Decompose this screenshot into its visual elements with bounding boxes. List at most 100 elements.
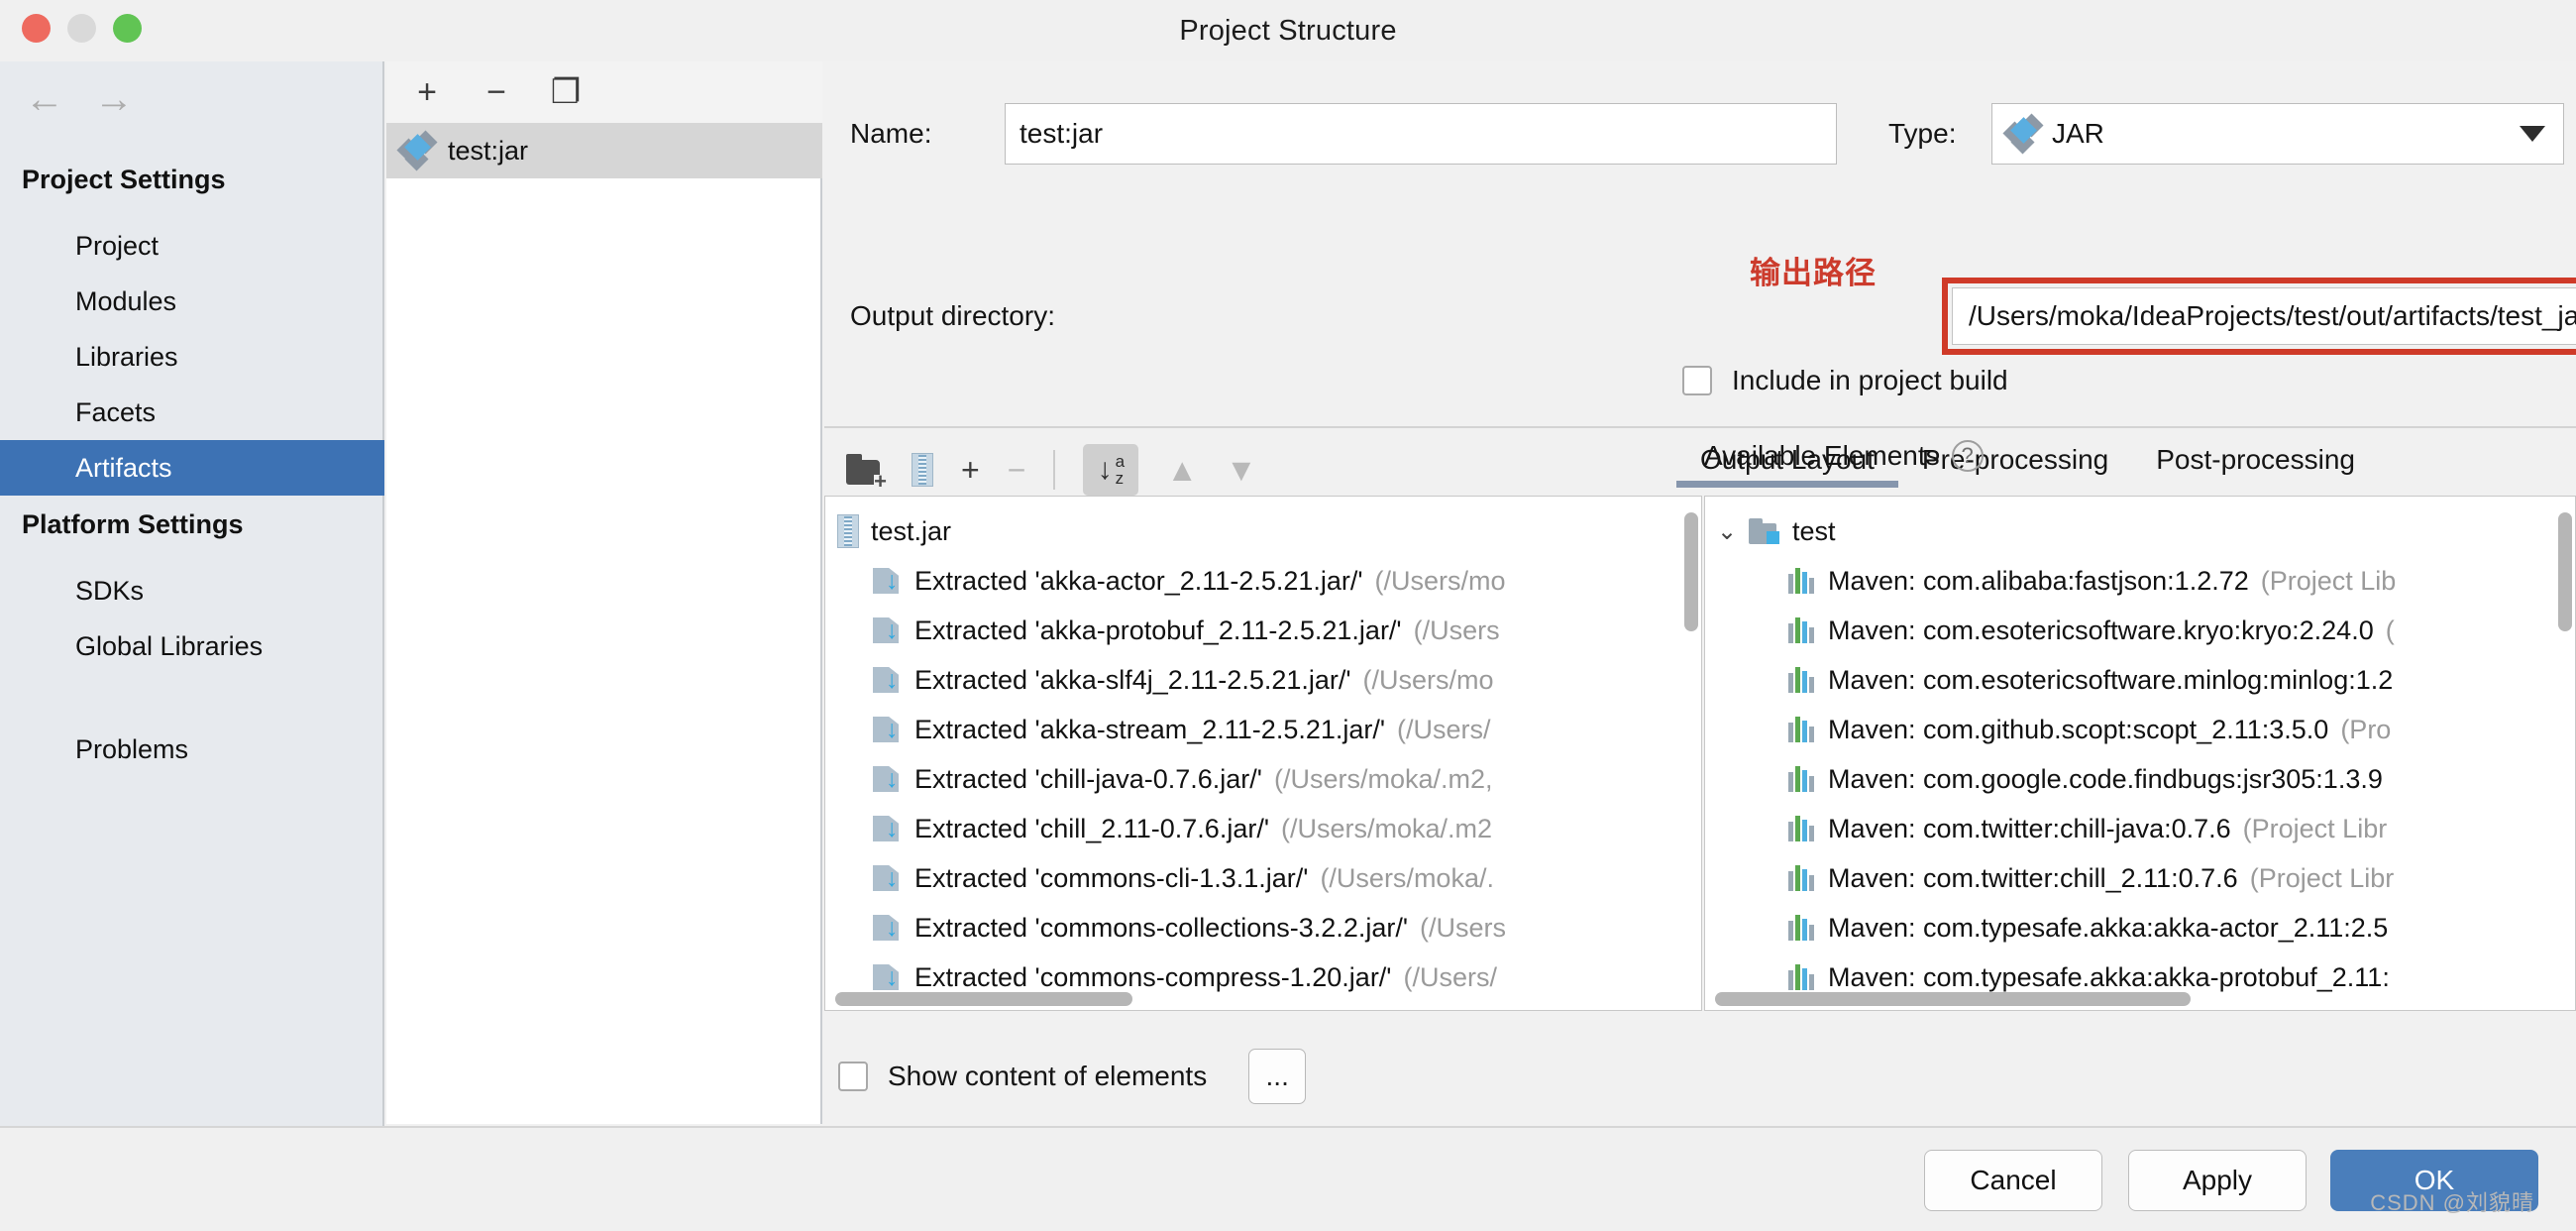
tree-row[interactable]: ↓ Extracted 'chill-java-0.7.6.jar/' (/Us…	[825, 754, 1701, 804]
output-directory-label: Output directory:	[850, 300, 1055, 331]
remove-element-icon[interactable]: −	[1008, 454, 1026, 486]
available-elements-header: Available Elements ?	[1704, 440, 1984, 472]
maven-library-icon	[1788, 915, 1816, 941]
tree-row-suffix: (Project Libr	[2249, 862, 2395, 893]
artifact-list-item-test-jar[interactable]: test:jar	[386, 123, 822, 178]
add-archive-icon[interactable]	[912, 453, 933, 487]
tree-row[interactable]: Maven: com.github.scopt:scopt_2.11:3.5.0…	[1705, 705, 2575, 754]
sidebar-item-libraries[interactable]: Libraries	[0, 329, 384, 385]
sidebar-item-global-libraries[interactable]: Global Libraries	[0, 618, 384, 674]
tree-row-label: Maven: com.google.code.findbugs:jsr305:1…	[1828, 763, 2383, 794]
tree-row[interactable]: Maven: com.esotericsoftware.minlog:minlo…	[1705, 655, 2575, 705]
tree-row-label: Extracted 'chill-java-0.7.6.jar/'	[914, 763, 1262, 794]
tree-row-suffix: (Project Libr	[2242, 813, 2388, 843]
sidebar-item-modules[interactable]: Modules	[0, 274, 384, 329]
close-button[interactable]	[22, 14, 51, 43]
tree-row-label: Extracted 'akka-slf4j_2.11-2.5.21.jar/'	[914, 664, 1351, 695]
include-in-project-build-row[interactable]: Include in project build	[1682, 365, 2008, 396]
type-label: Type:	[1888, 118, 1957, 149]
tree-row[interactable]: Maven: com.google.code.findbugs:jsr305:1…	[1705, 754, 2575, 804]
tree-row-path: (/Users/mo	[1362, 664, 1494, 695]
show-content-checkbox[interactable]	[838, 1062, 868, 1091]
tree-row-path: (/Users/moka/.m2,	[1273, 763, 1493, 794]
sidebar-item-label: Modules	[75, 285, 177, 316]
sidebar-item-facets[interactable]: Facets	[0, 385, 384, 440]
maven-library-icon	[1788, 865, 1816, 891]
watermark: CSDN @刘貌晴	[2370, 1190, 2534, 1215]
tree-row-label: Extracted 'commons-compress-1.20.jar/'	[914, 961, 1392, 992]
tree-row[interactable]: Maven: com.alibaba:fastjson:1.2.72 (Proj…	[1705, 556, 2575, 606]
tab-post-processing[interactable]: Post-processing	[2132, 444, 2379, 488]
tree-row-label: test.jar	[871, 515, 952, 546]
tree-row[interactable]: ↓ Extracted 'akka-stream_2.11-2.5.21.jar…	[825, 705, 1701, 754]
back-arrow-icon[interactable]: ←	[22, 79, 67, 119]
copy-artifact-icon[interactable]: ❐	[547, 73, 585, 111]
add-element-icon[interactable]: +	[961, 454, 980, 486]
name-input[interactable]: test:jar	[1005, 103, 1837, 165]
tree-row-label: Maven: com.esotericsoftware.minlog:minlo…	[1828, 664, 2394, 695]
tree-row[interactable]: Maven: com.esotericsoftware.kryo:kryo:2.…	[1705, 606, 2575, 655]
tree-row[interactable]: ↓ Extracted 'akka-actor_2.11-2.5.21.jar/…	[825, 556, 1701, 606]
title-bar: Project Structure	[0, 0, 2576, 61]
tree-row-label: Extracted 'commons-collections-3.2.2.jar…	[914, 912, 1408, 943]
move-up-icon[interactable]: ▲	[1166, 454, 1198, 486]
tree-row-label: Maven: com.alibaba:fastjson:1.2.72	[1828, 565, 2249, 596]
sidebar-item-label: Project	[75, 230, 160, 261]
tree-row[interactable]: ↓ Extracted 'commons-cli-1.3.1.jar/' (/U…	[825, 853, 1701, 903]
show-content-of-elements-row[interactable]: Show content of elements ...	[838, 1049, 1307, 1104]
available-elements-vertical-scrollbar[interactable]	[2558, 512, 2572, 631]
available-elements-horizontal-scrollbar[interactable]	[1715, 992, 2191, 1006]
sidebar-item-sdks[interactable]: SDKs	[0, 563, 384, 618]
tree-row[interactable]: ⌄ test	[1705, 506, 2575, 556]
tree-row[interactable]: ↓ Extracted 'chill_2.11-0.7.6.jar/' (/Us…	[825, 804, 1701, 853]
maven-library-icon	[1788, 617, 1816, 643]
maven-library-icon	[1788, 816, 1816, 841]
tree-row[interactable]: ↓ Extracted 'commons-collections-3.2.2.j…	[825, 903, 1701, 952]
chevron-down-icon[interactable]	[2520, 126, 2545, 142]
tree-row[interactable]: ↓ Extracted 'akka-protobuf_2.11-2.5.21.j…	[825, 606, 1701, 655]
jar-type-icon	[2002, 113, 2044, 155]
sidebar-item-project[interactable]: Project	[0, 218, 384, 274]
tree-row[interactable]: ↓ Extracted 'akka-slf4j_2.11-2.5.21.jar/…	[825, 655, 1701, 705]
sidebar-item-label: Artifacts	[75, 452, 172, 483]
window-controls[interactable]	[22, 14, 142, 43]
more-options-button[interactable]: ...	[1248, 1049, 1307, 1104]
output-layout-horizontal-scrollbar[interactable]	[835, 992, 1132, 1006]
available-elements-tree[interactable]: ⌄ test Maven: com.alibaba:fastjson:1.2.7…	[1704, 496, 2576, 1011]
sidebar-heading-project-settings: Project Settings	[22, 165, 226, 194]
tree-row[interactable]: test.jar	[825, 506, 1701, 556]
apply-button[interactable]: Apply	[2128, 1150, 2307, 1211]
sort-az-icon[interactable]: ↓ a z	[1083, 444, 1139, 496]
output-layout-tree[interactable]: test.jar ↓ Extracted 'akka-actor_2.11-2.…	[824, 496, 1702, 1011]
tree-row-suffix: (Pro	[2340, 714, 2392, 744]
annotation-output-path-cn: 输出路径	[1750, 256, 1877, 290]
output-layout-vertical-scrollbar[interactable]	[1684, 512, 1698, 631]
cancel-button[interactable]: Cancel	[1924, 1150, 2102, 1211]
tree-row[interactable]: Maven: com.typesafe.akka:akka-actor_2.11…	[1705, 903, 2575, 952]
sidebar-item-artifacts[interactable]: Artifacts	[0, 440, 384, 496]
name-type-row: Name: test:jar Type: JAR	[850, 103, 2564, 165]
show-content-label: Show content of elements	[888, 1061, 1208, 1091]
tree-row[interactable]: Maven: com.twitter:chill-java:0.7.6 (Pro…	[1705, 804, 2575, 853]
include-in-build-checkbox[interactable]	[1682, 366, 1712, 395]
tree-row-path: (/Users	[1413, 615, 1500, 645]
add-directory-icon[interactable]: +	[846, 454, 887, 493]
minimize-button[interactable]	[67, 14, 96, 43]
tree-row-label: test	[1792, 515, 1836, 546]
forward-arrow-icon[interactable]: →	[91, 79, 137, 119]
add-artifact-icon[interactable]: +	[408, 73, 446, 111]
move-down-icon[interactable]: ▼	[1226, 454, 1257, 486]
chevron-down-icon[interactable]: ⌄	[1717, 517, 1737, 546]
type-select[interactable]: JAR	[1991, 103, 2564, 165]
zoom-button[interactable]	[113, 14, 142, 43]
maven-library-icon	[1788, 667, 1816, 693]
output-directory-input[interactable]: /Users/moka/IdeaProjects/test/out/artifa…	[1952, 287, 2576, 345]
extracted-archive-icon: ↓	[873, 814, 903, 843]
sidebar-item-problems[interactable]: Problems	[0, 722, 384, 777]
nav-history-controls[interactable]: ← →	[22, 79, 137, 119]
tree-row[interactable]: Maven: com.twitter:chill_2.11:0.7.6 (Pro…	[1705, 853, 2575, 903]
help-circle-icon[interactable]: ?	[1951, 440, 1984, 472]
remove-artifact-icon[interactable]: −	[478, 73, 515, 111]
artifacts-list-panel: + − ❐ test:jar	[386, 61, 822, 1124]
artifacts-toolbar: + − ❐	[386, 61, 822, 123]
